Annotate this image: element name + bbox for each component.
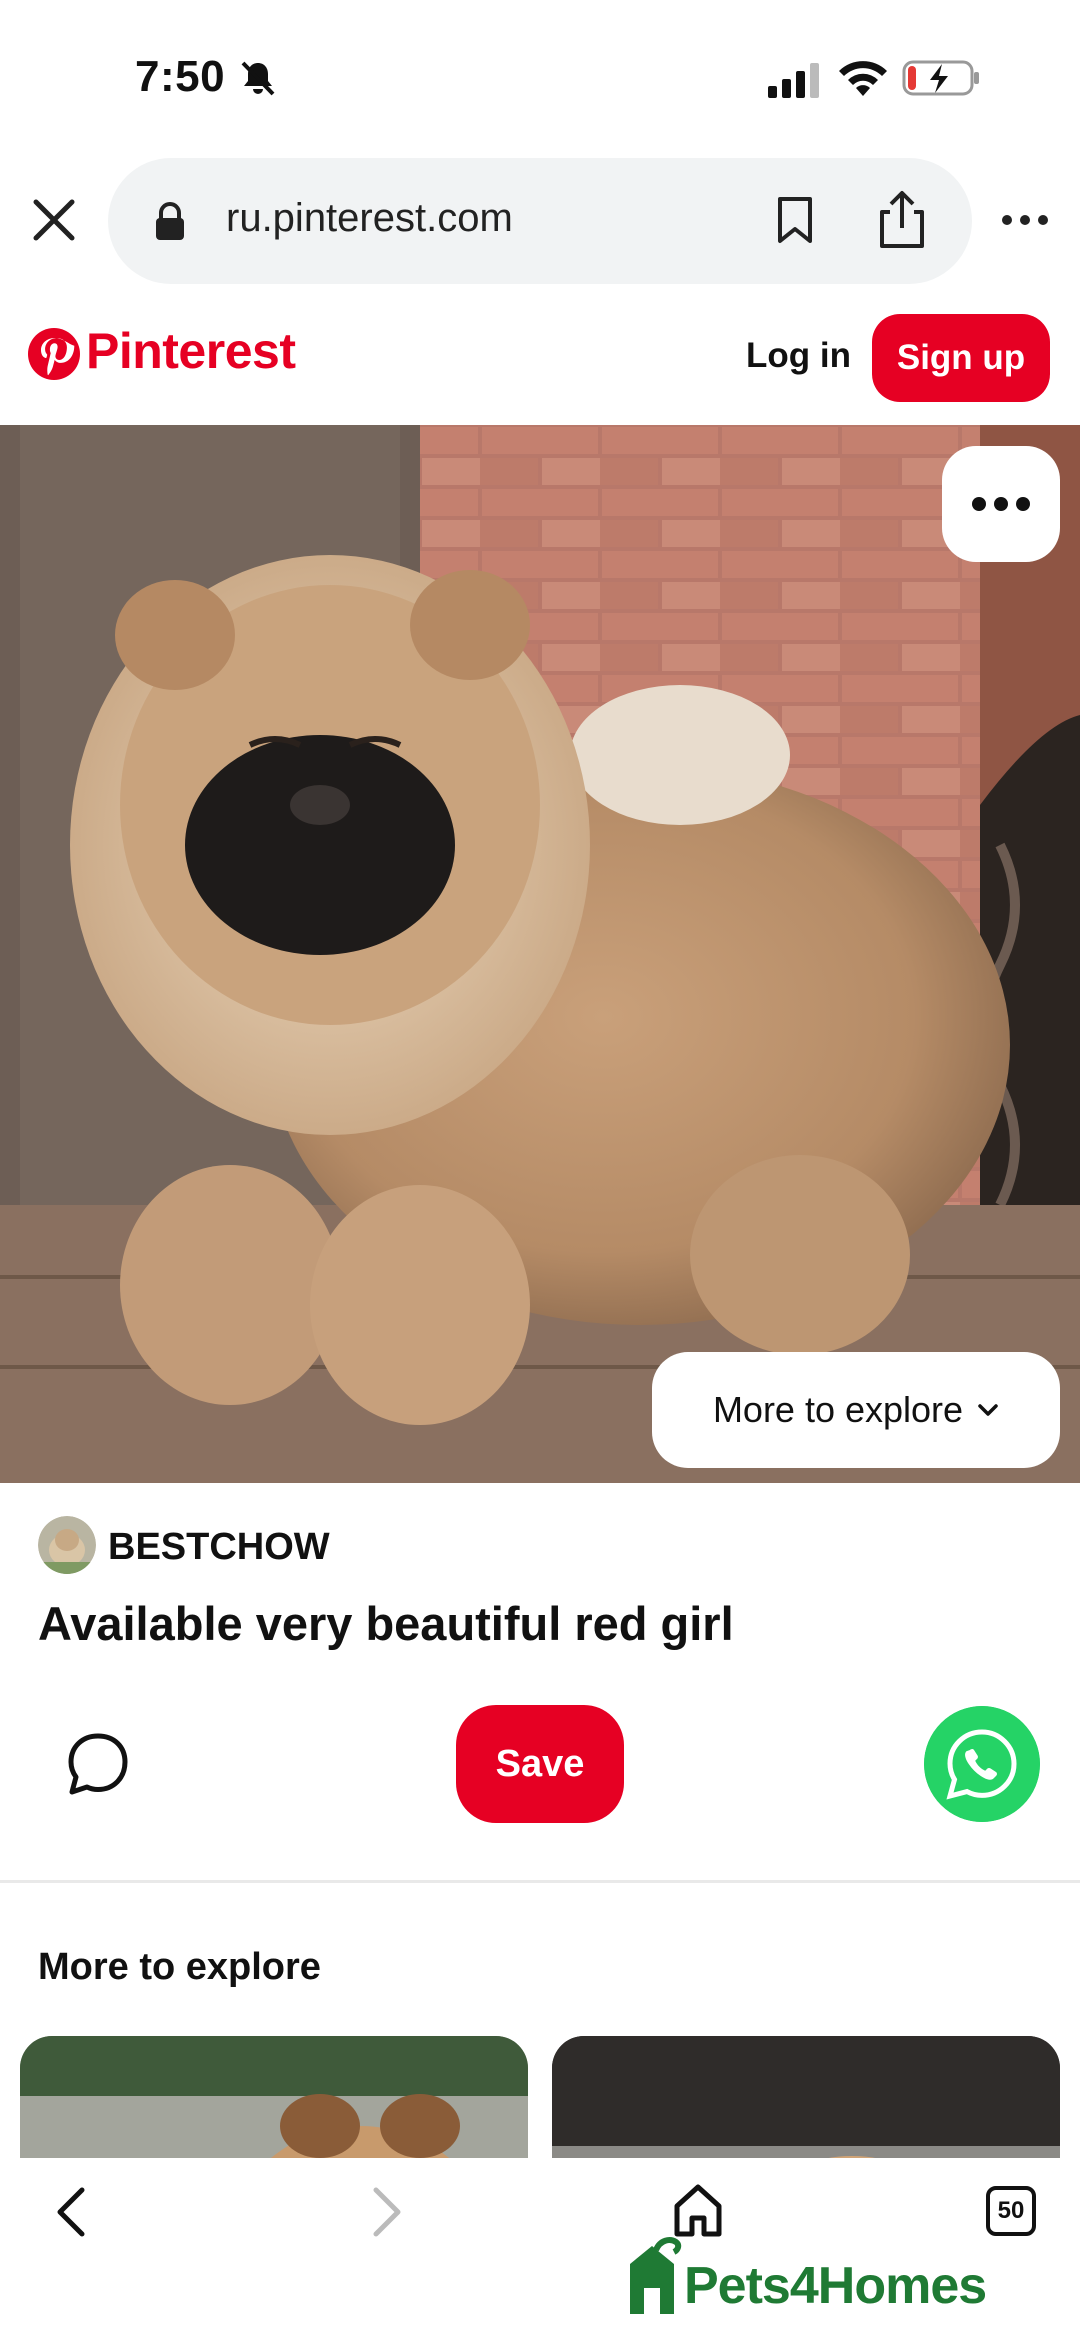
pin-image[interactable] [0,425,1080,1483]
pinterest-wordmark[interactable]: Pinterest [86,322,296,380]
whatsapp-icon[interactable] [924,1706,1040,1822]
url-text[interactable]: ru.pinterest.com [226,196,513,241]
cellular-signal-icon [768,63,819,98]
home-icon[interactable] [672,2182,724,2238]
close-icon[interactable] [30,196,78,244]
forward-arrow-icon[interactable] [362,2184,410,2240]
section-title: More to explore [38,1946,321,1988]
watermark-text: Pets4Homes [684,2257,987,2315]
more-dots-icon [972,497,1030,511]
author-name[interactable]: BESTCHOW [108,1526,330,1569]
battery-charging-icon [902,60,979,96]
tabs-button[interactable]: 50 [986,2186,1036,2236]
login-link[interactable]: Log in [746,336,851,376]
more-to-explore-label: More to explore [712,1389,964,1430]
comment-icon[interactable] [66,1732,130,1796]
pin-options-button[interactable] [942,446,1060,562]
status-time: 7:50 [135,52,226,101]
back-arrow-icon[interactable] [48,2184,96,2240]
bell-muted-icon [241,61,275,96]
signup-button-label: Sign up [896,338,1026,377]
chevron-down-icon [978,1404,998,1416]
more-options-icon[interactable] [1000,210,1050,230]
bookmark-icon[interactable] [774,196,816,244]
tabs-count: 50 [997,2197,1025,2224]
section-divider [0,1880,1080,1883]
more-to-explore-button[interactable]: More to explore [652,1352,1060,1468]
avatar[interactable] [38,1516,96,1574]
signup-button[interactable]: Sign up [872,314,1050,402]
wifi-icon [839,61,887,96]
save-button[interactable]: Save [456,1705,624,1823]
pin-title: Available very beautiful red girl [38,1597,734,1650]
share-icon[interactable] [874,190,930,250]
pinterest-logo-icon[interactable] [28,328,80,380]
lock-icon [156,202,184,240]
save-button-label: Save [495,1742,585,1785]
